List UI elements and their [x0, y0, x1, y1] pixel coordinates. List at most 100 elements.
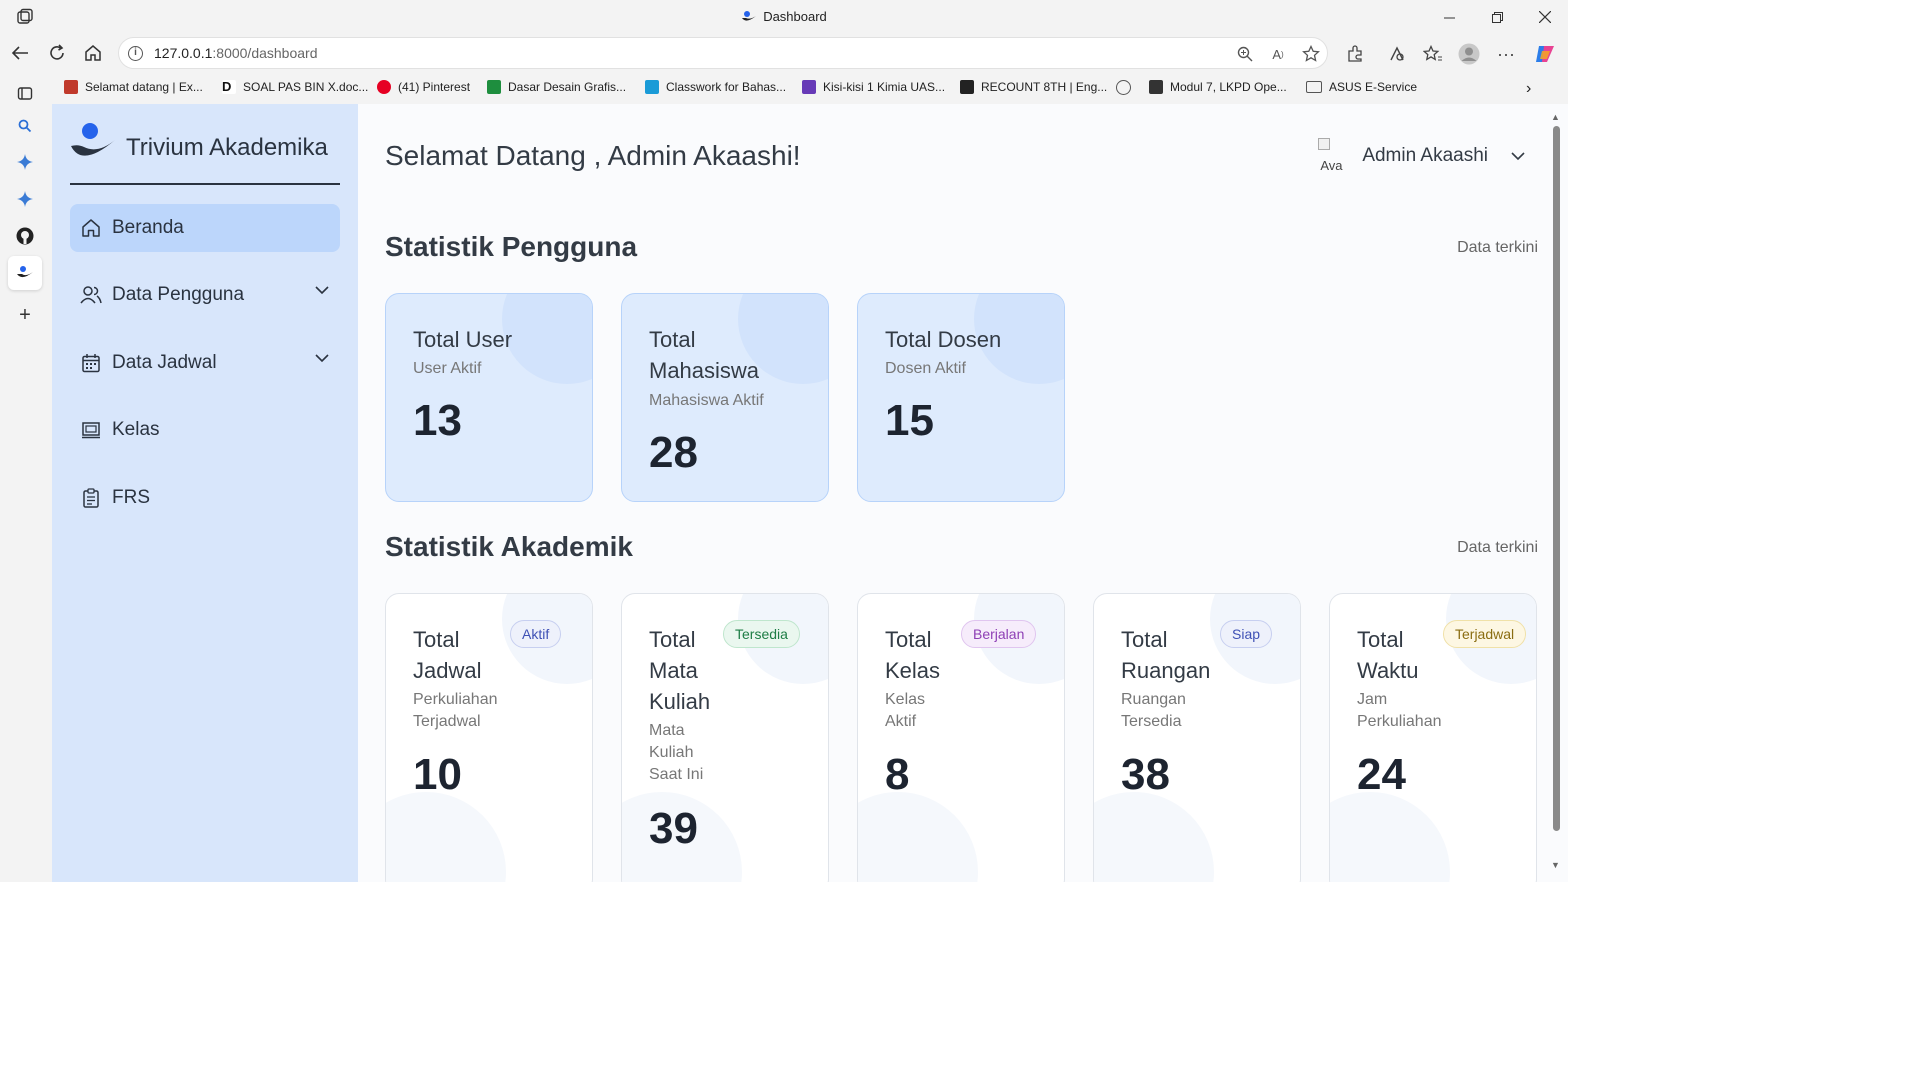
bookmarks-overflow-icon[interactable]: ›: [1526, 80, 1531, 98]
card-title: Total Ruangan: [1121, 627, 1211, 683]
chevron-down-icon[interactable]: [314, 353, 330, 363]
site-info-icon[interactable]: i: [128, 46, 143, 61]
card-title: Total Mahasiswa: [649, 327, 760, 383]
scroll-up-icon[interactable]: ▲: [1551, 112, 1560, 122]
search-icon[interactable]: [12, 113, 38, 139]
card-title: Total Waktu: [1357, 627, 1419, 683]
window-title: Dashboard: [0, 9, 1568, 24]
calendar-icon: [80, 352, 102, 374]
copilot-icon[interactable]: [1533, 42, 1557, 66]
scrollbar-thumb[interactable]: [1553, 126, 1560, 831]
card-subtitle: Mata Kuliah Saat Ini: [649, 722, 704, 783]
stat-card-total-dosen[interactable]: Total Dosen Dosen Aktif 15: [857, 293, 1065, 502]
sidebar-item-frs[interactable]: FRS: [70, 474, 340, 522]
clipboard-icon: [80, 487, 102, 509]
stat-card-total-ruangan[interactable]: Total Ruangan Siap Ruangan Tersedia 38: [1093, 593, 1301, 882]
sparkle-icon[interactable]: [12, 149, 38, 175]
users-icon: [80, 284, 102, 306]
restore-button[interactable]: [1474, 0, 1520, 34]
site-favicon-icon: [742, 11, 757, 21]
sidebar-item-beranda[interactable]: Beranda: [70, 204, 340, 252]
card-title: Total Jadwal: [413, 627, 482, 683]
classroom-icon: [80, 419, 102, 441]
bookmark-folder[interactable]: ASUS E-Service: [1306, 80, 1417, 94]
bookmark-item[interactable]: [1116, 80, 1138, 95]
stat-card-total-user[interactable]: Total User User Aktif 13: [385, 293, 593, 502]
restore-icon: [1491, 11, 1503, 23]
bookmark-item[interactable]: Selamat datang | Ex...: [64, 80, 203, 94]
favorite-star-icon[interactable]: [1301, 44, 1321, 64]
sidebar-item-kelas[interactable]: Kelas: [70, 406, 340, 454]
bookmark-favicon-icon: D: [222, 80, 236, 94]
bookmark-item[interactable]: Dasar Desain Grafis...: [487, 80, 626, 94]
sidebar-item-label: Kelas: [112, 419, 160, 440]
back-button[interactable]: [6, 40, 34, 66]
section-note: Data terkini: [1457, 239, 1538, 256]
bookmark-label: RECOUNT 8TH | Eng...: [981, 80, 1108, 94]
profile-avatar-icon[interactable]: [1457, 42, 1481, 66]
bookmark-label: Kisi-kisi 1 Kimia UAS...: [823, 80, 946, 94]
stat-card-total-jadwal[interactable]: Total Jadwal Aktif Perkuliahan Terjadwal…: [385, 593, 593, 882]
add-icon[interactable]: +: [12, 302, 38, 328]
stat-card-total-kelas[interactable]: Total Kelas Berjalan Kelas Aktif 8: [857, 593, 1065, 882]
main-content: Selamat Datang , Admin Akaashi! Ava Admi…: [358, 104, 1548, 882]
brand-name: Trivium Akademika: [126, 134, 328, 161]
status-badge: Tersedia: [723, 620, 800, 648]
browser-essentials-icon[interactable]: [1385, 42, 1409, 66]
chevron-down-icon[interactable]: [1510, 151, 1526, 161]
card-decoration: [386, 792, 506, 882]
status-badge: Berjalan: [961, 620, 1037, 648]
scroll-down-icon[interactable]: ▼: [1551, 860, 1560, 870]
bookmark-item[interactable]: (41) Pinterest: [377, 80, 470, 94]
bookmarks-bar: Selamat datang | Ex... D SOAL PAS BIN X.d…: [52, 72, 1568, 104]
bookmark-item[interactable]: Modul 7, LKPD Ope...: [1149, 80, 1287, 94]
zoom-icon[interactable]: [1235, 44, 1255, 64]
extensions-icon[interactable]: [1343, 42, 1367, 66]
refresh-button[interactable]: [43, 40, 71, 66]
sidebar-item-data-jadwal[interactable]: Data Jadwal: [70, 339, 340, 387]
page-scrollbar[interactable]: ▲ ▼: [1548, 104, 1568, 882]
stat-card-total-waktu[interactable]: Total Waktu Terjadwal Jam Perkuliahan 24: [1329, 593, 1537, 882]
bookmark-label: SOAL PAS BIN X.doc...: [243, 80, 369, 94]
sidebar-item-data-pengguna[interactable]: Data Pengguna: [70, 271, 340, 319]
bookmark-label: Classwork for Bahas...: [666, 80, 787, 94]
page-title: Selamat Datang , Admin Akaashi!: [385, 140, 801, 171]
card-subtitle: Perkuliahan Terjadwal: [413, 691, 498, 730]
forms-favicon-icon: [802, 80, 816, 94]
user-menu[interactable]: Ava Admin Akaashi: [1316, 138, 1526, 174]
status-badge: Terjadwal: [1443, 620, 1527, 648]
card-subtitle: User Aktif: [413, 360, 482, 377]
card-value: 10: [413, 750, 462, 799]
bookmark-item[interactable]: Classwork for Bahas...: [645, 80, 786, 94]
card-subtitle: Jam Perkuliahan: [1357, 691, 1442, 730]
home-button[interactable]: [79, 40, 107, 66]
card-title: Total Mata Kuliah: [649, 627, 711, 714]
window-title-text: Dashboard: [763, 9, 827, 24]
bookmark-favicon-icon: [487, 80, 501, 94]
close-button[interactable]: [1522, 0, 1568, 34]
read-aloud-icon[interactable]: A): [1268, 44, 1288, 64]
browser-toolbar: i 127.0.0.1:8000/dashboard A) ···: [0, 34, 1568, 72]
card-title: Total Dosen: [885, 327, 1002, 352]
brand-logo[interactable]: Trivium Akademika: [70, 122, 328, 166]
github-icon[interactable]: [12, 223, 38, 249]
bookmark-item[interactable]: Kisi-kisi 1 Kimia UAS...: [802, 80, 945, 94]
minimize-button[interactable]: [1426, 0, 1472, 34]
card-subtitle: Dosen Aktif: [885, 360, 966, 377]
favorites-icon[interactable]: [1421, 42, 1445, 66]
bookmark-favicon-icon: [960, 80, 974, 94]
chevron-down-icon[interactable]: [314, 285, 330, 295]
broken-image-icon: [1318, 138, 1331, 150]
stat-card-total-mata-kuliah[interactable]: Total Mata Kuliah Tersedia Mata Kuliah S…: [621, 593, 829, 882]
url-text[interactable]: 127.0.0.1:8000/dashboard: [154, 45, 317, 61]
stat-card-total-mahasiswa[interactable]: Total Mahasiswa Mahasiswa Aktif 28: [621, 293, 829, 502]
more-options-icon[interactable]: ···: [1494, 42, 1518, 66]
bookmark-item[interactable]: D SOAL PAS BIN X.doc...: [222, 80, 368, 94]
tab-actions-icon[interactable]: [12, 80, 38, 106]
sparkle-icon[interactable]: [12, 186, 38, 212]
url-path: :8000/dashboard: [212, 45, 318, 61]
card-value: 8: [885, 750, 910, 799]
app-shortcut-icon[interactable]: [8, 256, 42, 290]
bookmark-item[interactable]: RECOUNT 8TH | Eng...: [960, 80, 1107, 94]
address-bar[interactable]: i 127.0.0.1:8000/dashboard A): [118, 37, 1328, 69]
